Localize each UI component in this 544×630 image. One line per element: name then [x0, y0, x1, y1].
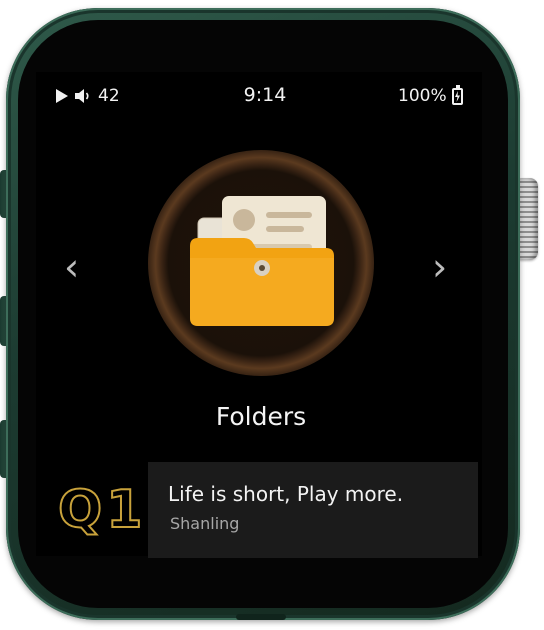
- previous-arrow-icon[interactable]: ‹: [64, 248, 79, 286]
- volume-icon: [75, 89, 89, 103]
- info-card: Life is short, Play more. Shanling: [148, 462, 478, 558]
- usb-port: [236, 614, 286, 620]
- battery-icon: [451, 84, 463, 105]
- next-arrow-icon[interactable]: ›: [432, 248, 447, 286]
- folder-icon: [190, 196, 334, 326]
- status-time: 9:14: [243, 84, 287, 106]
- brand-name: Shanling: [170, 514, 240, 533]
- menu-label[interactable]: Folders: [160, 402, 362, 431]
- device-stage: 42 9:14 100% ‹ › Folders Q1 Life is shor…: [0, 0, 544, 630]
- battery-percent: 100%: [398, 86, 447, 106]
- status-left: 42: [56, 86, 120, 106]
- device-logo: Q1: [57, 479, 147, 541]
- status-right: 100%: [398, 84, 463, 106]
- volume-level: 42: [98, 86, 120, 106]
- play-icon: [56, 89, 68, 103]
- tagline: Life is short, Play more.: [168, 482, 404, 506]
